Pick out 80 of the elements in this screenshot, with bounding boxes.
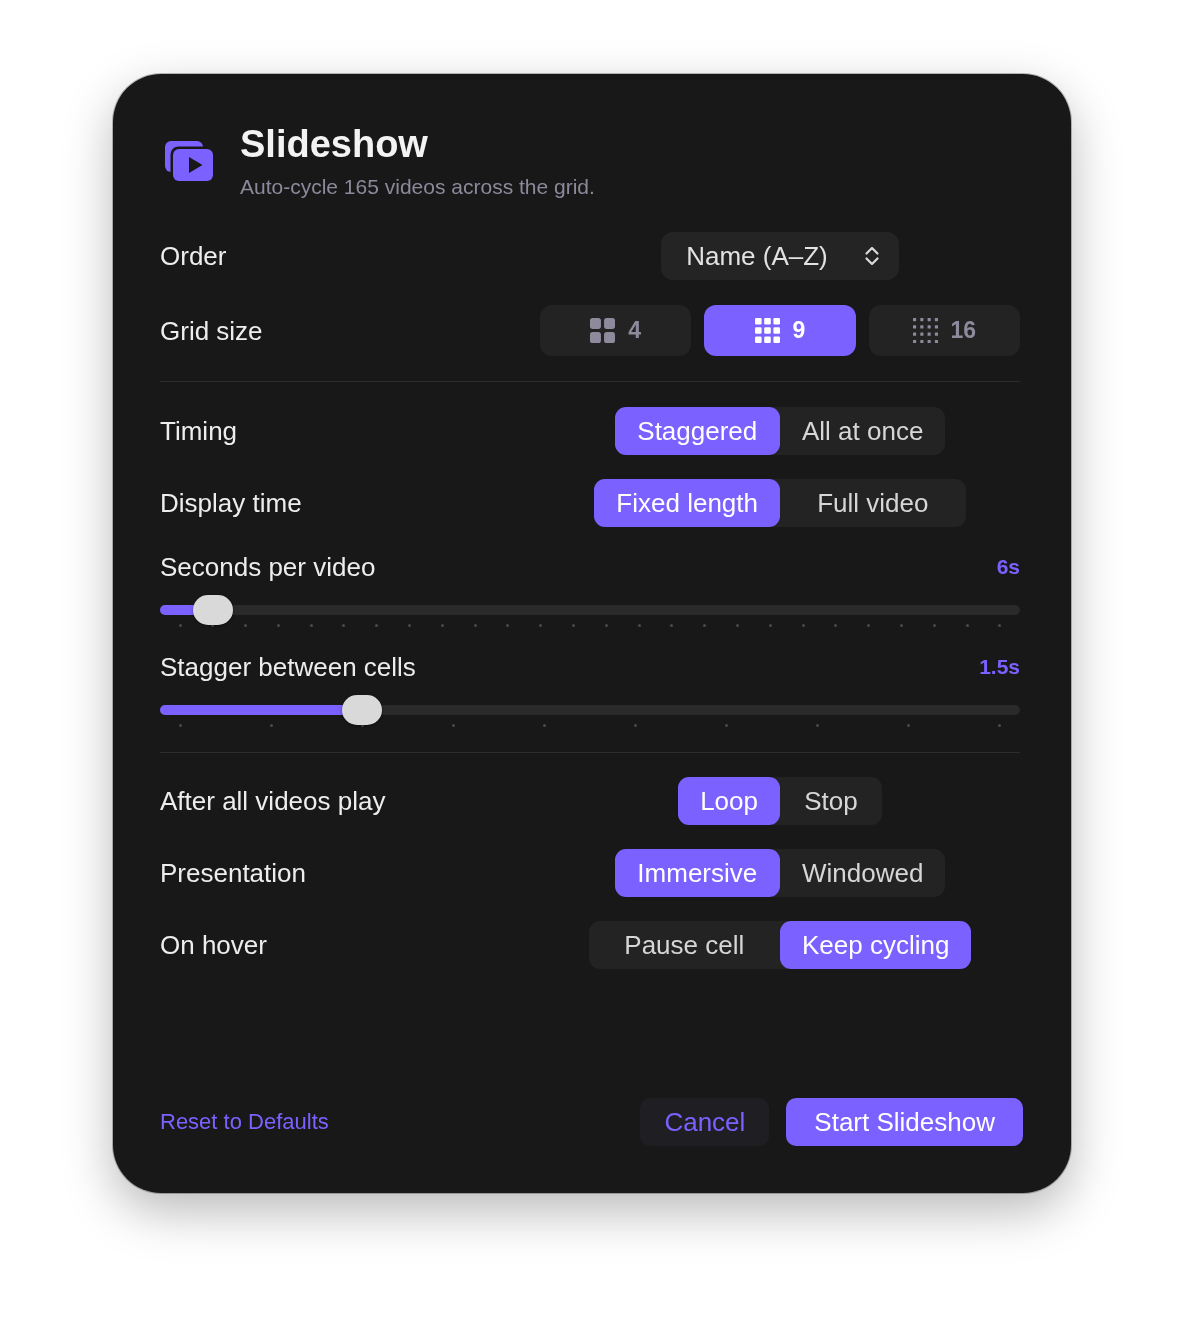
tick-mark xyxy=(932,624,936,627)
tick-mark xyxy=(801,624,805,627)
tick-mark xyxy=(965,624,969,627)
setting-label: Presentation xyxy=(160,857,306,889)
segment-option[interactable]: Immersive xyxy=(614,849,780,897)
tick-mark xyxy=(670,624,674,627)
tick-mark xyxy=(408,624,412,627)
setting-label: Grid size xyxy=(160,314,263,347)
tick-mark xyxy=(637,624,641,627)
tick-mark xyxy=(542,724,546,727)
segment-option[interactable]: Staggered xyxy=(614,407,780,455)
segment-option[interactable]: Stop xyxy=(780,777,882,825)
segmented-control[interactable]: Staggered All at once xyxy=(614,407,946,455)
setting-label: Timing xyxy=(160,415,238,447)
tick-mark xyxy=(244,624,248,627)
tick-mark xyxy=(473,624,477,627)
tick-mark xyxy=(736,624,740,627)
slider-value: 6s xyxy=(996,555,1020,579)
tick-mark xyxy=(178,624,182,627)
tick-mark xyxy=(451,724,455,727)
segmented-control[interactable]: Fixed length Full video xyxy=(594,479,966,527)
slider-track[interactable] xyxy=(160,695,1020,725)
chevron-updown-icon xyxy=(863,244,880,268)
tick-mark xyxy=(834,624,838,627)
tick-mark xyxy=(572,624,576,627)
segment-option[interactable]: Loop xyxy=(678,777,780,825)
segmented-control[interactable]: Loop Stop xyxy=(678,777,882,825)
order-dropdown[interactable]: Name (A–Z) xyxy=(661,232,899,280)
tick-mark xyxy=(375,624,379,627)
setting-label: After all videos play xyxy=(160,785,386,817)
grid-icon xyxy=(912,318,938,343)
segment-option[interactable]: All at once xyxy=(780,407,946,455)
slider-thumb[interactable] xyxy=(342,695,383,725)
tick-mark xyxy=(867,624,871,627)
slider-value: 1.5s xyxy=(979,655,1020,679)
segmented-control[interactable]: Immersive Windowed xyxy=(614,849,946,897)
segment-option[interactable]: Fixed length xyxy=(594,479,780,527)
tick-mark xyxy=(900,624,904,627)
start-button[interactable]: Start Slideshow xyxy=(786,1098,1023,1146)
dialog-subtitle: Auto-cycle 165 videos across the grid. xyxy=(240,174,595,200)
segment-option[interactable]: Windowed xyxy=(780,849,946,897)
tick-mark xyxy=(604,624,608,627)
tick-mark xyxy=(539,624,543,627)
slider-thumb[interactable] xyxy=(192,595,233,625)
tick-mark xyxy=(269,724,273,727)
tick-mark xyxy=(360,724,364,727)
setting-label: On hover xyxy=(160,929,267,961)
cancel-button[interactable]: Cancel xyxy=(640,1098,770,1146)
tick-mark xyxy=(342,624,346,627)
tick-mark xyxy=(634,724,638,727)
slider-label: Stagger between cells xyxy=(160,651,416,683)
grid-icon xyxy=(754,318,780,343)
tick-mark xyxy=(768,624,772,627)
segment-option[interactable]: Keep cycling xyxy=(780,921,972,969)
segmented-control[interactable]: Pause cell Keep cycling xyxy=(588,921,972,969)
setting-label: Display time xyxy=(160,487,302,519)
tick-mark xyxy=(506,624,510,627)
tick-mark xyxy=(276,624,280,627)
tick-mark xyxy=(998,724,1002,727)
tick-mark xyxy=(816,724,820,727)
dialog-title: Slideshow xyxy=(240,122,428,166)
tick-mark xyxy=(725,724,729,727)
tick-mark xyxy=(703,624,707,627)
tick-mark xyxy=(998,624,1002,627)
slider-label: Seconds per video xyxy=(160,551,376,583)
reset-link[interactable]: Reset to Defaults xyxy=(160,1109,329,1135)
grid-size-option[interactable]: 9 xyxy=(704,305,856,356)
slider-track[interactable] xyxy=(160,595,1020,625)
tick-mark xyxy=(309,624,313,627)
video-stack-icon xyxy=(164,140,214,182)
segment-option[interactable]: Full video xyxy=(780,479,966,527)
grid-size-option[interactable]: 4 xyxy=(540,305,692,356)
tick-mark xyxy=(907,724,911,727)
grid-icon xyxy=(590,318,616,343)
tick-mark xyxy=(440,624,444,627)
segment-option[interactable]: Pause cell xyxy=(588,921,780,969)
grid-size-option[interactable]: 16 xyxy=(868,305,1020,356)
setting-label: Order xyxy=(160,240,227,272)
tick-mark xyxy=(211,624,215,627)
tick-mark xyxy=(178,724,182,727)
